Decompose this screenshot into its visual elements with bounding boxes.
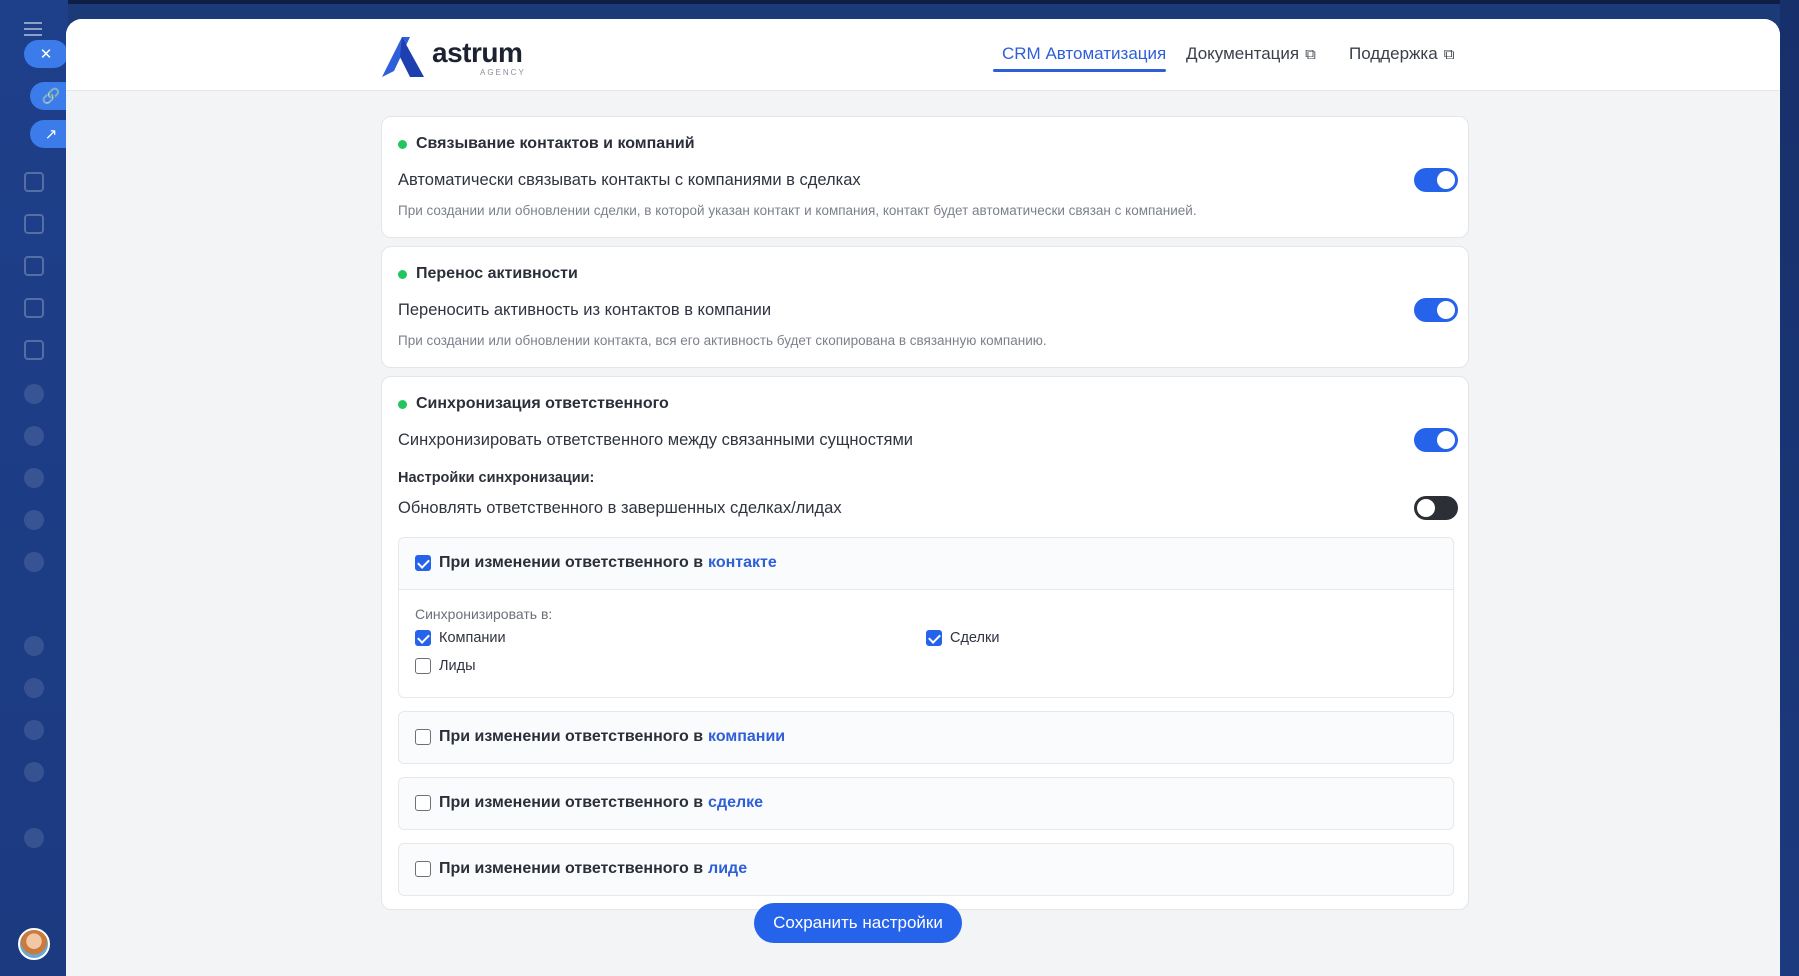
activity-transfer-toggle[interactable] — [1414, 298, 1458, 322]
app-dot-icon[interactable] — [24, 468, 44, 488]
avatar[interactable] — [18, 928, 50, 960]
mail-icon[interactable] — [24, 340, 44, 360]
modal-header: astrum AGENCY CRM Автоматизация Документ… — [66, 19, 1780, 91]
tab-crm-automation[interactable]: CRM Автоматизация — [1002, 39, 1166, 69]
card-icon[interactable] — [24, 214, 44, 234]
target-deals-option[interactable]: Сделки — [926, 630, 999, 646]
status-dot — [398, 399, 407, 409]
app-dot-icon[interactable] — [24, 720, 44, 740]
card-title: Связывание контактов и компаний — [398, 135, 695, 153]
company-sync-header[interactable]: При изменении ответственного в компании — [415, 728, 785, 746]
company-sync-checkbox[interactable] — [415, 729, 431, 745]
target-leads-checkbox[interactable] — [415, 658, 431, 674]
calendar-icon[interactable] — [24, 172, 44, 192]
setting-label: Обновлять ответственного в завершенных с… — [398, 499, 842, 517]
external-link-icon: ⧉ — [1305, 45, 1316, 63]
setting-label: Синхронизировать ответственного между св… — [398, 431, 914, 449]
lead-sync-header[interactable]: При изменении ответственного в лиде — [415, 860, 747, 878]
logo: astrum AGENCY — [380, 35, 530, 79]
setting-label: Переносить активность из контактов в ком… — [398, 301, 772, 319]
background-topbar — [0, 0, 1799, 4]
deal-sync-checkbox[interactable] — [415, 795, 431, 811]
target-deals-checkbox[interactable] — [926, 630, 942, 646]
sync-settings-heading: Настройки синхронизации: — [398, 470, 595, 486]
closed-deals-toggle[interactable] — [1414, 496, 1458, 520]
contact-sync-checkbox[interactable] — [415, 555, 431, 571]
external-link-icon: ⧉ — [1443, 45, 1455, 63]
list-icon[interactable] — [24, 298, 44, 318]
setting-label: Автоматически связывать контакты с компа… — [398, 171, 861, 189]
app-dot-icon[interactable] — [24, 384, 44, 404]
close-icon[interactable]: ✕ — [24, 40, 68, 68]
deal-sync-header[interactable]: При изменении ответственного в сделке — [415, 794, 763, 812]
menu-icon[interactable] — [24, 22, 42, 36]
app-dot-icon[interactable] — [24, 552, 44, 572]
deal-sync-panel: При изменении ответственного в сделке — [398, 777, 1454, 830]
contact-sync-header[interactable]: При изменении ответственного в контакте — [415, 554, 777, 572]
link-contacts-toggle[interactable] — [1414, 168, 1458, 192]
app-dot-icon[interactable] — [24, 426, 44, 446]
responsible-sync-toggle[interactable] — [1414, 428, 1458, 452]
responsible-sync-card: Синхронизация ответственного Синхронизир… — [381, 376, 1469, 910]
app-dot-icon[interactable] — [24, 636, 44, 656]
lead-sync-checkbox[interactable] — [415, 861, 431, 877]
sync-to-label: Синхронизировать в: — [415, 606, 553, 622]
activity-transfer-card: Перенос активности Переносить активность… — [381, 246, 1469, 368]
contact-sync-panel: При изменении ответственного в контакте … — [398, 537, 1454, 698]
tab-label: Документация — [1186, 44, 1300, 63]
logo-text: astrum — [432, 37, 523, 68]
app-dot-icon[interactable] — [24, 678, 44, 698]
card-title: Перенос активности — [398, 265, 578, 283]
tab-label: CRM Автоматизация — [1002, 44, 1167, 63]
settings-icon[interactable] — [24, 828, 44, 848]
target-companies-checkbox[interactable] — [415, 630, 431, 646]
target-companies-option[interactable]: Компании — [415, 630, 506, 646]
save-settings-button[interactable]: Сохранить настройки — [754, 903, 962, 943]
status-dot — [398, 269, 407, 279]
logo-subtext: AGENCY — [480, 68, 526, 77]
tab-documentation[interactable]: Документация ⧉ — [1186, 39, 1316, 69]
settings-modal: astrum AGENCY CRM Автоматизация Документ… — [66, 19, 1780, 976]
background-right-panel — [1780, 0, 1799, 976]
company-sync-panel: При изменении ответственного в компании — [398, 711, 1454, 764]
tab-label: Поддержка — [1349, 44, 1438, 63]
link-contacts-card: Связывание контактов и компаний Автомати… — [381, 116, 1469, 238]
chat-icon[interactable] — [24, 256, 44, 276]
active-tab-indicator — [993, 69, 1166, 72]
status-dot — [398, 139, 407, 149]
lead-sync-panel: При изменении ответственного в лиде — [398, 843, 1454, 896]
target-leads-option[interactable]: Лиды — [415, 658, 476, 674]
setting-description: При создании или обновлении сделки, в ко… — [398, 203, 1197, 218]
app-dot-icon[interactable] — [24, 762, 44, 782]
card-title: Синхронизация ответственного — [398, 395, 669, 413]
logo-mark-icon — [382, 37, 424, 77]
setting-description: При создании или обновлении контакта, вс… — [398, 333, 1047, 348]
contact-sync-body: Синхронизировать в: Компании Сделки Лиды — [399, 589, 1453, 697]
app-dot-icon[interactable] — [24, 510, 44, 530]
tab-support[interactable]: Поддержка ⧉ — [1349, 39, 1454, 69]
